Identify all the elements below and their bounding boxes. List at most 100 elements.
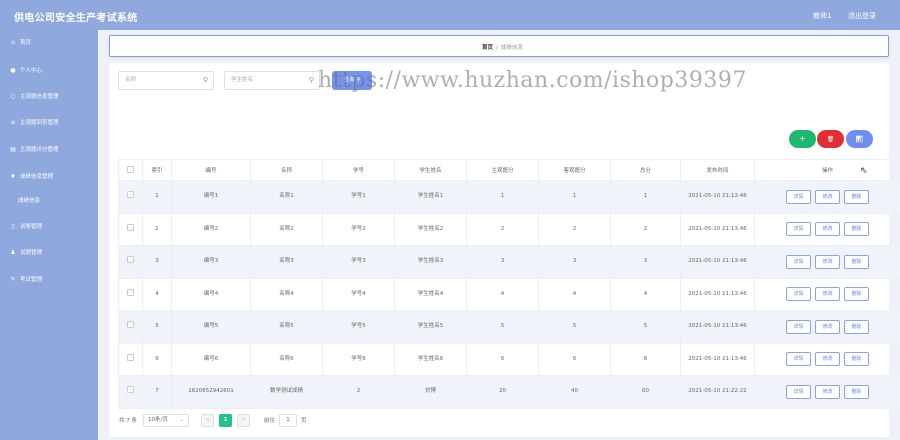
cell-name: 名称1	[250, 180, 323, 214]
breadcrumb-home[interactable]: 首页	[482, 45, 493, 51]
cell-actions: 详情 修改 删除	[754, 180, 900, 214]
cell-code: 编号6	[171, 342, 251, 376]
cell-time: 2021-05-10 21:13:46	[680, 245, 755, 279]
sidebar-item[interactable]: ♦ 成绩信息管理	[0, 165, 98, 187]
select-all-checkbox[interactable]	[127, 165, 134, 173]
row-checkbox[interactable]	[127, 223, 134, 231]
goto-page-input[interactable]: 1	[279, 413, 298, 427]
batch-delete-button[interactable]: 🗑	[817, 130, 844, 148]
delete-button[interactable]: 删除	[844, 352, 869, 367]
cell-code: 编号5	[171, 310, 251, 344]
column-header: 操作	[754, 159, 900, 181]
sidebar-item[interactable]: ♟ 试题管理	[0, 241, 98, 263]
detail-button[interactable]: 详情	[786, 384, 811, 399]
user-role: 教师1	[813, 12, 832, 20]
detail-button[interactable]: 详情	[786, 254, 811, 269]
select-all-cell[interactable]	[118, 159, 143, 181]
cell-actions: 详情 修改 删除	[754, 212, 900, 246]
sidebar-item-label: 主观题评分管理	[20, 147, 59, 153]
edit-button[interactable]: 修改	[815, 189, 840, 204]
row-checkbox[interactable]	[127, 288, 134, 296]
edit-button[interactable]: 修改	[815, 254, 840, 269]
table-row: 7 1620652942601 数学测试成绩 2 刘博 20 40 60 2021-05-10 …	[118, 375, 900, 409]
publish-time: 2021-05-10 21:13:46	[688, 323, 747, 330]
sidebar-item-label: 成绩信息	[18, 198, 41, 204]
row-select-cell[interactable]	[118, 310, 143, 344]
cell-student: 学生姓名6	[394, 342, 467, 376]
add-button[interactable]: +	[789, 130, 816, 148]
cell-student: 学生姓名1	[394, 180, 467, 214]
chart-button[interactable]: 📊	[846, 130, 873, 148]
delete-button[interactable]: 删除	[844, 254, 869, 269]
breadcrumb: 首页 / 成绩信息	[482, 43, 523, 51]
row-checkbox[interactable]	[127, 321, 134, 329]
goto-label: 前往	[264, 418, 276, 424]
logout-link[interactable]: 退出登录	[848, 11, 876, 21]
sidebar-item-label: 试题管理	[20, 250, 43, 256]
sidebar-item-label: 试卷管理	[20, 224, 43, 230]
top-bar: 供电公司安全生产考试系统 教师1 退出登录	[0, 0, 900, 30]
page-size-select[interactable]: 10条/页 ⌄	[143, 413, 189, 427]
search-icon: ⚲	[308, 76, 314, 84]
edit-button[interactable]: 修改	[815, 319, 840, 334]
name-search-input[interactable]: 名称 ⚲	[118, 71, 214, 90]
edit-button[interactable]: 修改	[815, 384, 840, 399]
page-suffix: 页	[301, 418, 307, 424]
row-select-cell[interactable]	[118, 180, 143, 214]
cell-subj: 20	[466, 375, 539, 409]
cell-name: 名称5	[250, 310, 323, 344]
detail-button[interactable]: 详情	[786, 287, 811, 302]
detail-button[interactable]: 详情	[786, 352, 811, 367]
page-number-current[interactable]: 1	[219, 413, 232, 427]
detail-button[interactable]: 详情	[786, 319, 811, 334]
row-checkbox[interactable]	[127, 353, 134, 361]
row-select-cell[interactable]	[118, 277, 143, 311]
sidebar-item[interactable]: ▯ 试卷管理	[0, 215, 98, 237]
sidebar-item[interactable]: ○ 主观题信息管理	[0, 85, 98, 107]
cell-sno: 学号4	[322, 277, 395, 311]
sidebar-item[interactable]: ▤ 主观题评分管理	[0, 138, 98, 160]
student-search-input[interactable]: 学生姓名 ⚲	[224, 71, 320, 90]
delete-button[interactable]: 删除	[844, 319, 869, 334]
delete-button[interactable]: 删除	[844, 222, 869, 237]
row-select-cell[interactable]	[118, 342, 143, 376]
chevron-right-icon: >	[241, 416, 246, 423]
score-table: 索引 编号 名称 学号 学生姓名 主观题分 客观题分 总分 发布时间 操作 1 编号1 名称1 学号1 学…	[118, 159, 900, 409]
cell-actions: 详情 修改 删除	[754, 342, 900, 376]
prev-page-button[interactable]: <	[201, 413, 214, 427]
next-page-button[interactable]: >	[237, 413, 250, 427]
row-checkbox[interactable]	[127, 386, 134, 394]
delete-button[interactable]: 删除	[844, 189, 869, 204]
edit-button[interactable]: 修改	[815, 352, 840, 367]
cell-total: 1	[610, 180, 681, 214]
cell-code: 编号2	[171, 212, 251, 246]
sidebar-item[interactable]: ● 个人中心	[0, 59, 98, 81]
sidebar-item[interactable]: ⌂ 首页	[0, 31, 98, 53]
page-size-value: 10条/页	[148, 416, 168, 423]
delete-button[interactable]: 删除	[844, 384, 869, 399]
cell-obj: 6	[538, 342, 611, 376]
cell-subj: 6	[466, 342, 539, 376]
cell-idx: 7	[142, 375, 172, 409]
row-select-cell[interactable]	[118, 375, 143, 409]
sidebar-item-label: 考试管理	[20, 277, 43, 283]
sidebar-item[interactable]: ≡ 主观题回答管理	[0, 111, 98, 133]
row-select-cell[interactable]	[118, 212, 143, 246]
cell-idx: 6	[142, 342, 172, 376]
edit-button[interactable]: 修改	[815, 287, 840, 302]
edit-button[interactable]: 修改	[815, 222, 840, 237]
publish-time: 2021-05-10 21:13:46	[688, 225, 747, 232]
sidebar-item-label: 成绩信息管理	[20, 174, 54, 180]
delete-button[interactable]: 删除	[844, 287, 869, 302]
row-select-cell[interactable]	[118, 245, 143, 279]
cell-subj: 5	[466, 310, 539, 344]
sidebar-item[interactable]: 成绩信息	[0, 189, 98, 211]
sidebar-item[interactable]: ✎ 考试管理	[0, 268, 98, 290]
row-checkbox[interactable]	[127, 256, 134, 264]
publish-time: 2021-05-10 21:13:46	[688, 355, 747, 362]
detail-button[interactable]: 详情	[786, 222, 811, 237]
trash-icon: 🗑	[826, 136, 835, 143]
row-checkbox[interactable]	[127, 191, 134, 199]
detail-button[interactable]: 详情	[786, 189, 811, 204]
cell-student: 学生姓名3	[394, 245, 467, 279]
